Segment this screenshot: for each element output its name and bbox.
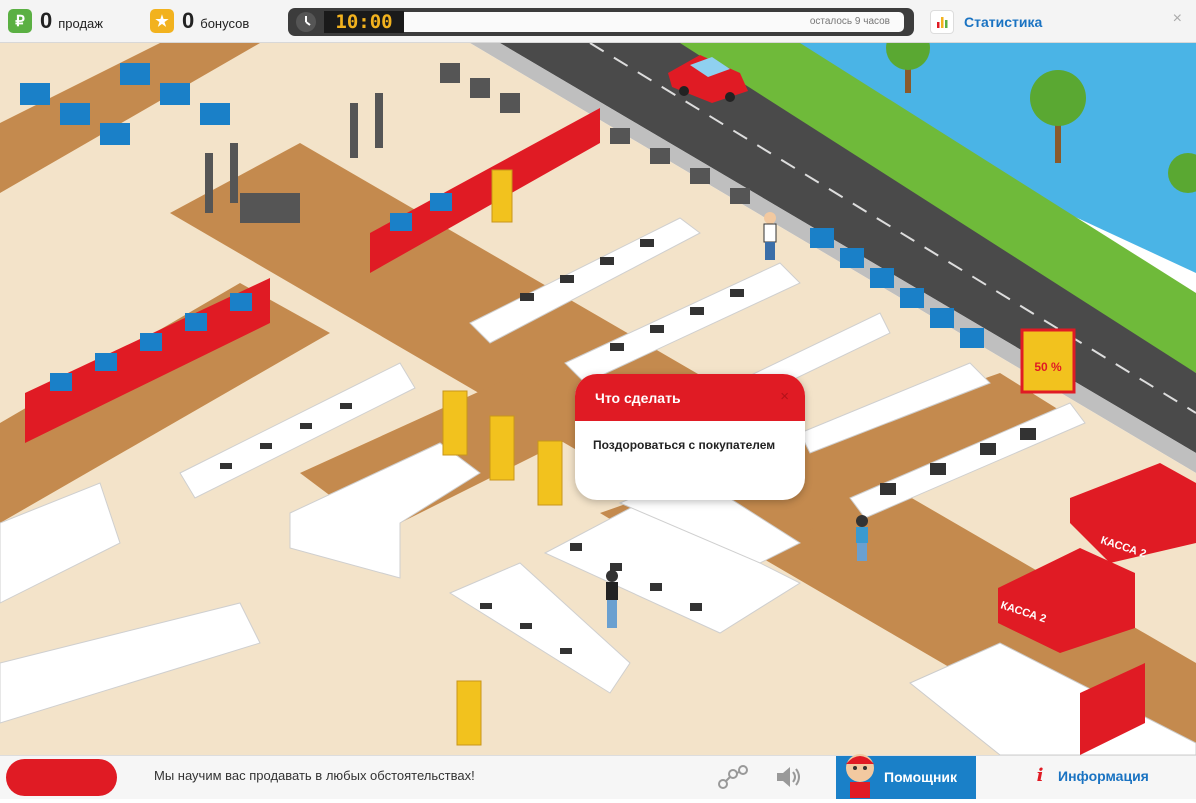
time-remaining: осталось 9 часов (809, 16, 890, 27)
bonus-count: 0 (182, 8, 195, 33)
info-button[interactable]: i Информация (1030, 766, 1149, 786)
info-icon: i (1036, 765, 1044, 786)
store-scene[interactable]: 50 % КАССА 2 КАССА 2 Что сделать × Поздо… (0, 43, 1196, 755)
statistics-label: Статистика (964, 14, 1043, 30)
bonus-label: бонусов (200, 16, 250, 31)
action-popup: Что сделать × Поздороваться с покупателе… (575, 374, 805, 500)
ruble-icon: ₽ (8, 9, 32, 33)
helper-avatar (840, 748, 880, 798)
sale-sign-text: 50 % (1034, 360, 1062, 374)
info-label: Информация (1058, 768, 1149, 784)
sales-label: продаж (58, 16, 103, 31)
game-timer: 10:00 осталось 9 часов (288, 8, 914, 36)
ticker-text: Мы научим вас продавать в любых обстояте… (154, 768, 475, 783)
clock-icon (296, 12, 316, 32)
popup-header: Что сделать × (575, 374, 805, 421)
top-bar: ₽ 0 продаж ★ 0 бонусов 10:00 осталось 9 … (0, 0, 1196, 43)
close-icon[interactable]: × (780, 388, 789, 405)
statistics-button[interactable]: Статистика (930, 9, 1042, 35)
time-progress: осталось 9 часов (404, 12, 904, 32)
action-pill[interactable] (6, 759, 117, 796)
helper-label: Помощник (884, 769, 958, 785)
bar-chart-icon (930, 10, 954, 34)
customer-figure (606, 570, 618, 628)
timer-digits: 10:00 (324, 11, 404, 33)
sound-icon[interactable] (774, 764, 802, 795)
helper-button[interactable]: Помощник (836, 754, 976, 799)
popup-title: Что сделать (595, 390, 681, 406)
close-icon[interactable]: × (1173, 10, 1182, 28)
bottom-bar: Мы научим вас продавать в любых обстояте… (0, 754, 1196, 799)
greet-customer-action[interactable]: Поздороваться с покупателем (593, 438, 775, 452)
share-icon[interactable] (718, 764, 748, 795)
sales-count: 0 (40, 8, 53, 33)
sales-counter: ₽ 0 продаж (8, 8, 103, 34)
star-icon: ★ (150, 9, 174, 33)
customer-figure (763, 212, 777, 260)
bonus-counter: ★ 0 бонусов (150, 8, 249, 34)
customer-figure (856, 515, 868, 561)
